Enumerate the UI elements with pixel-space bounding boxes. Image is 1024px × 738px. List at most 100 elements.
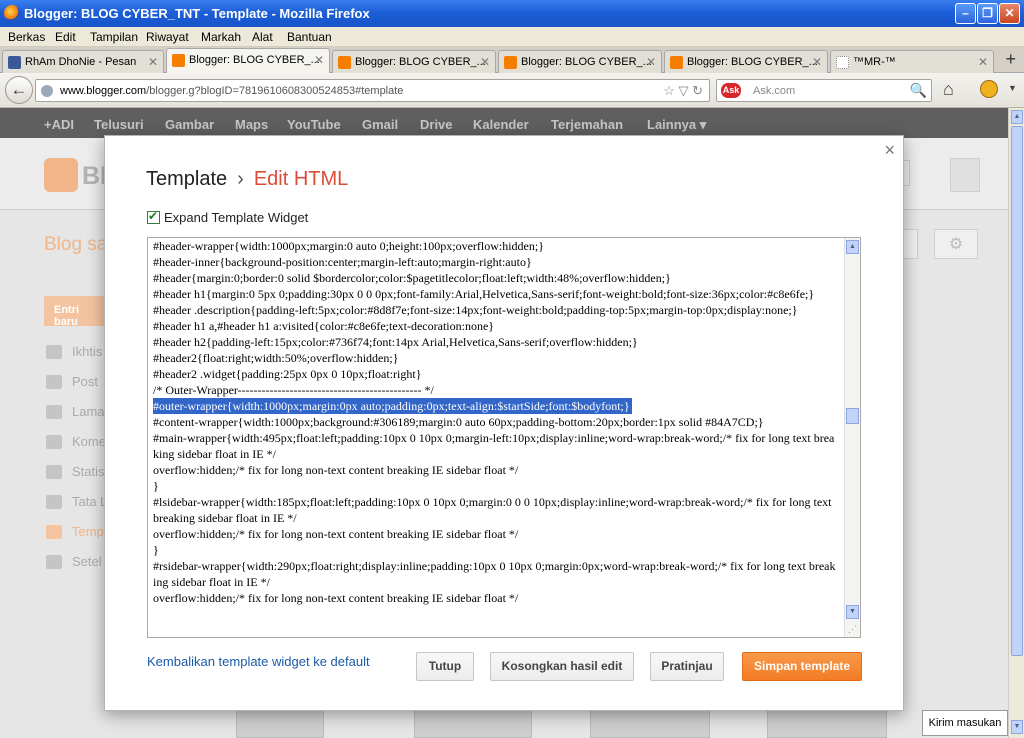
preview-button[interactable]: Pratinjau (650, 652, 724, 681)
scrollbar-thumb[interactable] (846, 408, 859, 424)
home-icon[interactable]: ⌂ (943, 79, 954, 100)
code-line-row: #rsidebar-wrapper{width:290px;float:righ… (153, 558, 838, 590)
scroll-up-icon[interactable]: ▲ (1011, 110, 1023, 124)
menu-alat[interactable]: Alat (252, 30, 273, 44)
url-tools-icons[interactable]: ☆ ▽ ↻ (663, 83, 703, 99)
code-line-row: #header h1 a,#header h1 a:visited{color:… (153, 318, 838, 334)
html-editor[interactable]: #header-wrapper{width:1000px;margin:0 au… (147, 237, 861, 638)
gbar-item[interactable]: Maps (235, 117, 268, 132)
restore-default-link[interactable]: Kembalikan template widget ke default (147, 654, 370, 669)
restore-button[interactable]: ❐ (977, 3, 998, 24)
tab-blogger[interactable]: Blogger: BLOG CYBER_... ✕ (332, 50, 496, 73)
breadcrumb-template[interactable]: Template (146, 168, 227, 190)
code-line: #content-wrapper{width:1000px;background… (153, 415, 764, 429)
tab-close-icon[interactable]: ✕ (978, 55, 988, 69)
nav-label: Kome (72, 434, 106, 449)
new-tab-button[interactable]: + (1005, 49, 1016, 70)
gbar-item[interactable]: Terjemahan (551, 117, 623, 132)
menu-markah[interactable]: Markah (201, 30, 241, 44)
search-bar[interactable]: Ask Ask.com 🔍 (716, 79, 932, 102)
blog-title: Blog sa (44, 234, 108, 255)
code-line: #header{margin:0;border:0 solid $borderc… (153, 271, 671, 285)
scrollbar-thumb[interactable] (1011, 126, 1023, 656)
blogger-icon (338, 56, 351, 69)
tab-mr[interactable]: ™MR-™ ✕ (830, 50, 994, 73)
gbar-item[interactable]: Kalender (473, 117, 529, 132)
url-path: /blogger.g?blogID=7819610608300524853#te… (146, 85, 404, 97)
code-line-row: #lsidebar-wrapper{width:185px;float:left… (153, 494, 838, 526)
tab-close-icon[interactable]: ✕ (812, 55, 822, 69)
code-line: /* Outer-Wrapper------------------------… (153, 383, 434, 397)
new-post-button: Entri baru (44, 296, 106, 328)
gbar-item[interactable]: Lainnya ▾ (647, 117, 706, 133)
editor-scrollbar[interactable]: ▲ ▼ (844, 238, 860, 637)
gbar-item[interactable]: YouTube (287, 117, 341, 132)
feedback-button[interactable]: Kirim masukan (922, 710, 1008, 736)
gbar-item[interactable]: Telusuri (94, 117, 144, 132)
close-window-button[interactable]: ✕ (999, 3, 1020, 24)
page-scrollbar[interactable]: ▲ ▼ (1008, 108, 1024, 738)
code-line-row: /* Outer-Wrapper------------------------… (153, 382, 838, 398)
resize-grip-icon[interactable]: ⋰ (848, 624, 857, 635)
close-button[interactable]: Tutup (416, 652, 474, 681)
nav-label: Setel (72, 554, 102, 569)
tab-label: Blogger: BLOG CYBER_... (355, 56, 486, 68)
expand-widget-checkbox[interactable] (147, 209, 160, 224)
chevron-down-icon[interactable]: ▼ (1008, 83, 1017, 93)
gbar-item[interactable]: +ADI (44, 117, 74, 132)
minimize-button[interactable]: – (955, 3, 976, 24)
tab-close-icon[interactable]: ✕ (646, 55, 656, 69)
breadcrumb-separator: › (237, 168, 244, 190)
expand-widget-option[interactable]: Expand Template Widget (147, 209, 308, 225)
url-host: www.blogger.com (60, 85, 147, 97)
account-icon (950, 158, 980, 192)
scroll-up-icon[interactable]: ▲ (846, 240, 859, 254)
code-line: #header h2{padding-left:15px;color:#736f… (153, 335, 638, 349)
addon-icon[interactable] (980, 80, 998, 98)
back-button[interactable]: ← (5, 76, 33, 104)
menu-bantuan[interactable]: Bantuan (287, 30, 332, 44)
nav-label: Ikhtis (72, 344, 103, 359)
code-line: overflow:hidden;/* fix for long non-text… (153, 527, 519, 541)
search-placeholder: Ask.com (753, 85, 796, 97)
dialog-title: Template › Edit HTML (146, 168, 348, 191)
save-template-button[interactable]: Simpan template (742, 652, 862, 681)
tab-close-icon[interactable]: ✕ (314, 53, 324, 67)
url-bar[interactable]: www.blogger.com/blogger.g?blogID=7819610… (35, 79, 710, 102)
code-line-row: } (153, 542, 838, 558)
tab-close-icon[interactable]: ✕ (480, 55, 490, 69)
gbar-item[interactable]: Gmail (362, 117, 398, 132)
tab-label: RhAm DhoNie - Pesan (25, 56, 137, 68)
code-line: overflow:hidden;/* fix for long non-text… (153, 463, 519, 477)
menu-riwayat[interactable]: Riwayat (146, 30, 189, 44)
tab-label: Blogger: BLOG CYBER_... (687, 56, 818, 68)
code-line: #lsidebar-wrapper{width:185px;float:left… (153, 495, 832, 525)
tab-bar: RhAm DhoNie - Pesan ✕ Blogger: BLOG CYBE… (0, 47, 1024, 73)
blogger-icon (172, 54, 185, 67)
firefox-icon (4, 5, 20, 21)
clear-edits-button[interactable]: Kosongkan hasil edit (490, 652, 634, 681)
nav-label: Statis (72, 464, 105, 479)
scroll-down-icon[interactable]: ▼ (1011, 720, 1023, 734)
code-line: #header-inner{background-position:center… (153, 255, 532, 269)
tab-close-icon[interactable]: ✕ (148, 55, 158, 69)
tab-label: Blogger: BLOG CYBER_... (521, 56, 652, 68)
code-line: #header h1 a,#header h1 a:visited{color:… (153, 319, 495, 333)
menu-berkas[interactable]: Berkas (8, 30, 45, 44)
code-line-row: #outer-wrapper{width:1000px;margin:0px a… (153, 398, 838, 414)
tab-blogger[interactable]: Blogger: BLOG CYBER_... ✕ (498, 50, 662, 73)
tab-blogger[interactable]: Blogger: BLOG CYBER_... ✕ (664, 50, 828, 73)
search-icon[interactable]: 🔍 (910, 82, 927, 99)
gbar-item[interactable]: Gambar (165, 117, 214, 132)
menu-tampilan[interactable]: Tampilan (90, 30, 138, 44)
tab-blogger-active[interactable]: Blogger: BLOG CYBER_... ✕ (166, 48, 330, 73)
code-line: } (153, 543, 159, 557)
tab-facebook[interactable]: RhAm DhoNie - Pesan ✕ (2, 50, 164, 73)
gbar-item[interactable]: Drive (420, 117, 453, 132)
code-text[interactable]: #header-wrapper{width:1000px;margin:0 au… (153, 238, 838, 606)
code-line-row: #header-inner{background-position:center… (153, 254, 838, 270)
edit-html-dialog: × Template › Edit HTML Expand Template Wid… (104, 135, 904, 711)
close-icon[interactable]: × (884, 140, 895, 161)
scroll-down-icon[interactable]: ▼ (846, 605, 859, 619)
menu-edit[interactable]: Edit (55, 30, 76, 44)
